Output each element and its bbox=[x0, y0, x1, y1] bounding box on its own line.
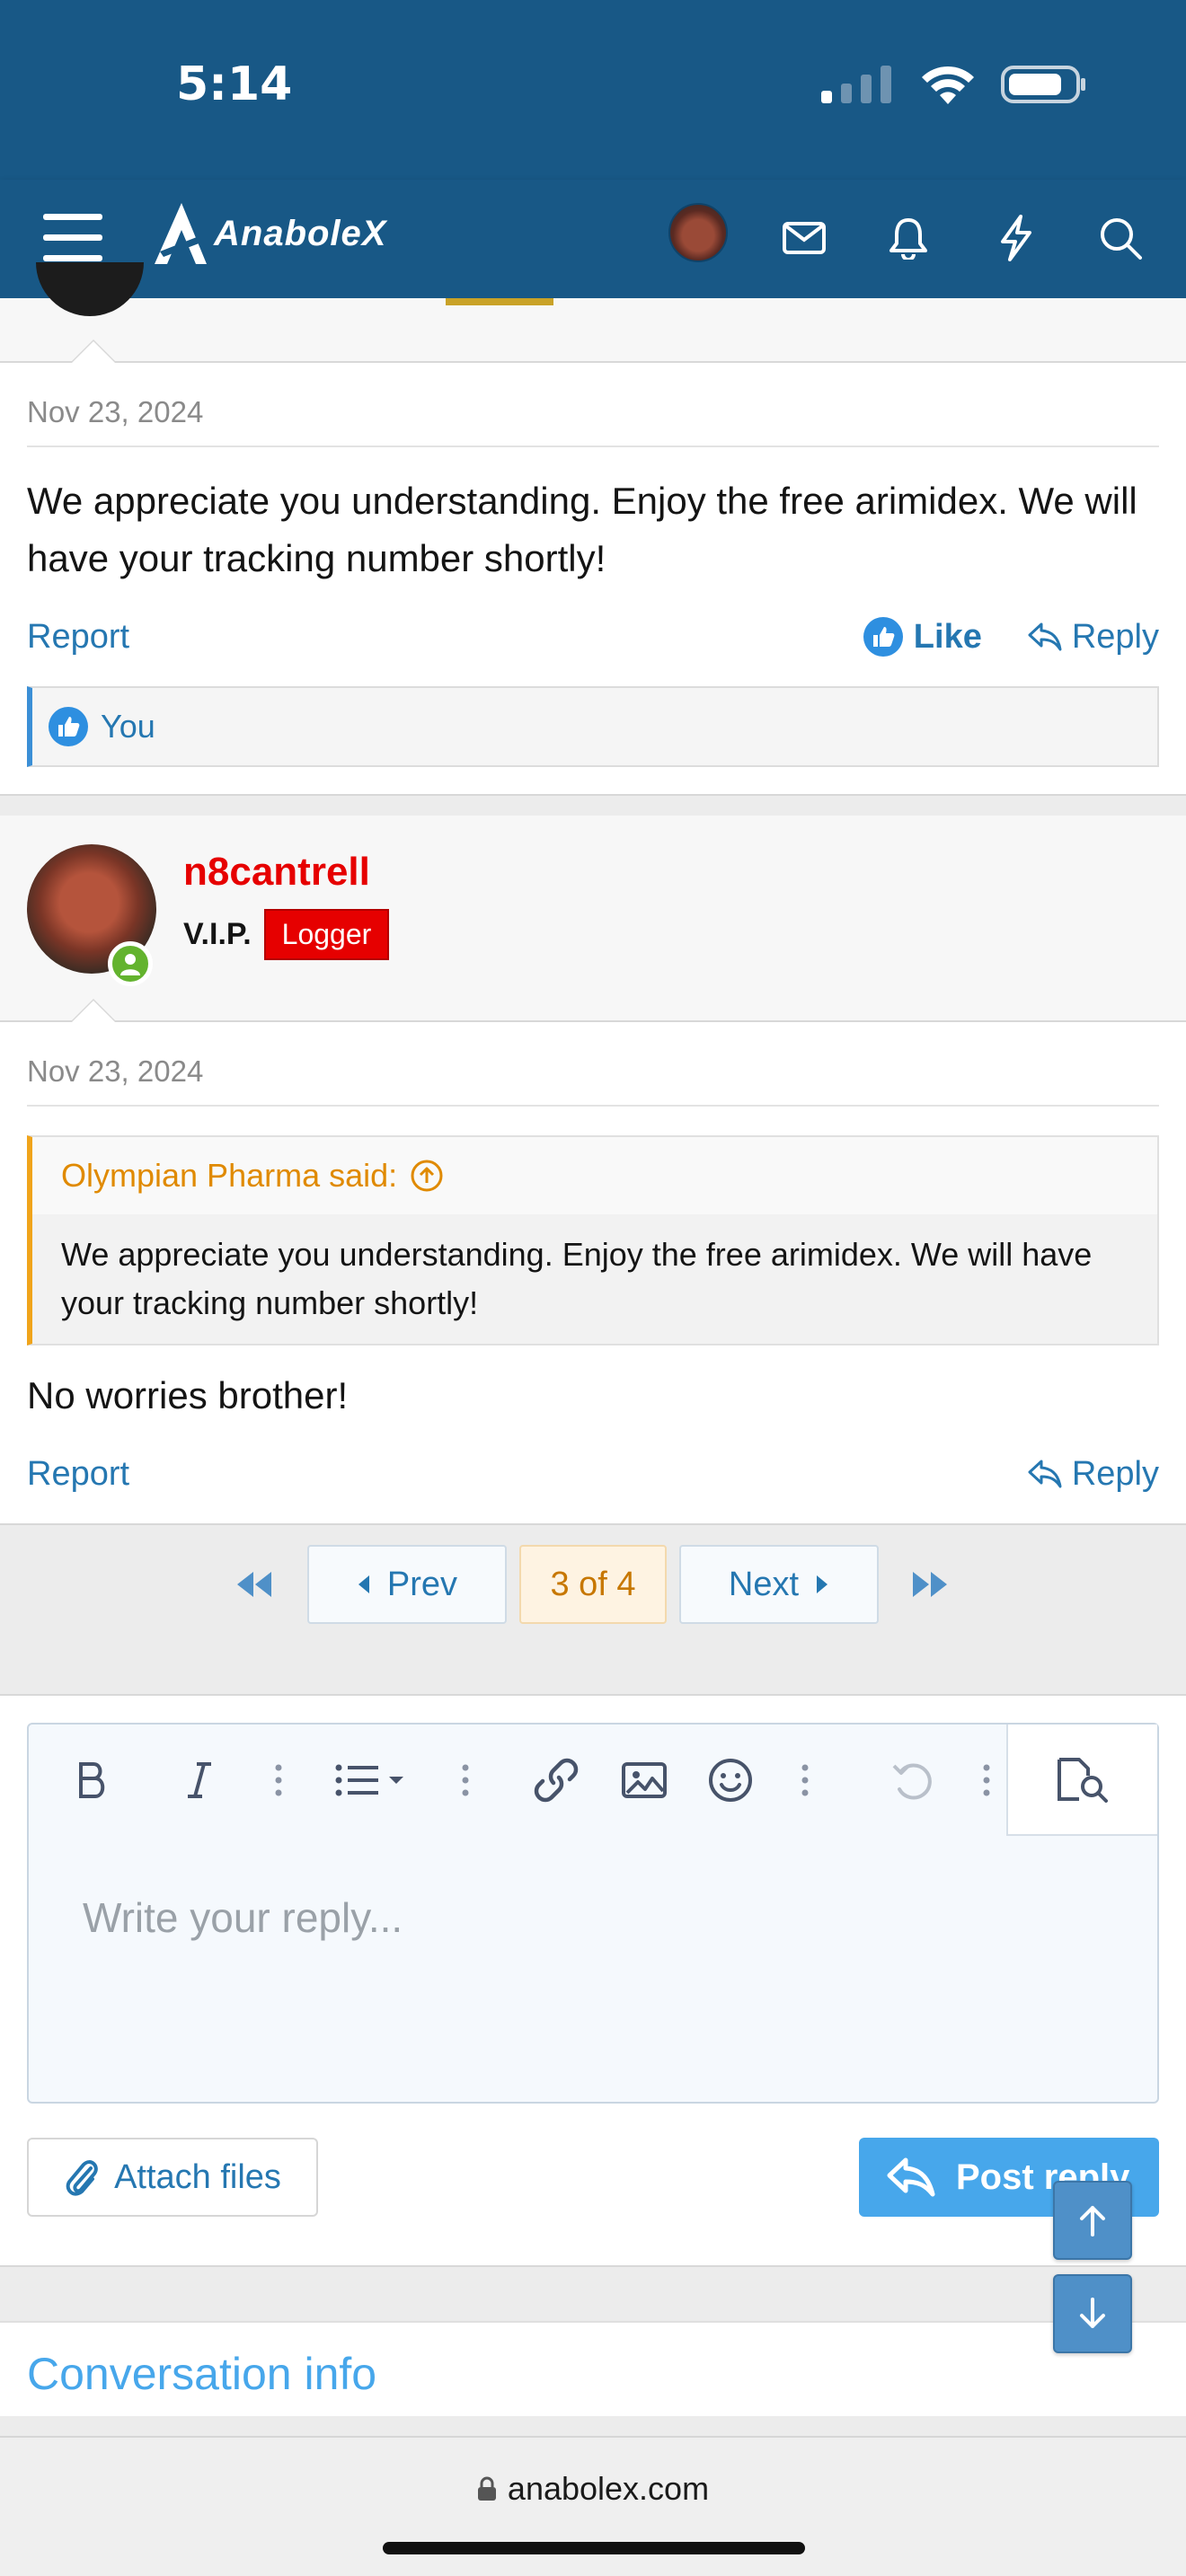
post-header-cutoff bbox=[0, 262, 1186, 363]
conversation-info-heading[interactable]: Conversation info bbox=[0, 2321, 1186, 2416]
top-navbar: AnaboleX bbox=[0, 180, 1186, 298]
post-date[interactable]: Nov 23, 2024 bbox=[27, 363, 1159, 447]
username-link[interactable]: n8cantrell bbox=[183, 850, 370, 895]
italic-icon[interactable] bbox=[173, 1753, 226, 1807]
image-icon[interactable] bbox=[613, 1753, 676, 1807]
menu-icon[interactable] bbox=[41, 207, 104, 269]
scroll-top-button[interactable] bbox=[1053, 2181, 1132, 2260]
status-time: 5:14 bbox=[176, 57, 293, 111]
post-actions: Report Like Reply bbox=[27, 587, 1159, 686]
report-link[interactable]: Report bbox=[27, 618, 129, 657]
post-pointer bbox=[70, 340, 117, 363]
next-page-button[interactable]: Next bbox=[679, 1545, 879, 1624]
prev-label: Prev bbox=[386, 1565, 458, 1603]
bold-icon[interactable] bbox=[65, 1753, 119, 1807]
user-header: n8cantrell V.I.P. Logger bbox=[0, 816, 1186, 1022]
reply-button[interactable]: Reply bbox=[1027, 1455, 1159, 1494]
quote-header[interactable]: Olympian Pharma said: bbox=[32, 1137, 1157, 1214]
like-button[interactable]: Like bbox=[863, 617, 982, 657]
reply-editor[interactable]: Write your reply... bbox=[27, 1723, 1159, 2104]
arrow-down-icon bbox=[1080, 2298, 1105, 2328]
section-gap bbox=[0, 2265, 1186, 2321]
post-date[interactable]: Nov 23, 2024 bbox=[27, 1022, 1159, 1107]
like-label: Like bbox=[913, 617, 982, 656]
status-bar: 5:14 bbox=[0, 0, 1186, 180]
last-page-icon[interactable] bbox=[907, 1565, 952, 1604]
current-page-indicator[interactable]: 3 of 4 bbox=[519, 1545, 667, 1624]
battery-icon bbox=[1001, 66, 1085, 103]
post-actions: Report Reply bbox=[27, 1425, 1159, 1523]
message-post-1: Nov 23, 2024 We appreciate you understan… bbox=[0, 363, 1186, 794]
lightning-icon[interactable] bbox=[985, 207, 1048, 269]
status-icons bbox=[819, 63, 1087, 106]
logo-text: AnaboleX bbox=[214, 213, 387, 253]
logo-mark-icon bbox=[155, 203, 207, 264]
link-icon[interactable] bbox=[525, 1753, 588, 1807]
pagination: Prev 3 of 4 Next bbox=[0, 1523, 1186, 1694]
home-indicator[interactable] bbox=[383, 2542, 805, 2554]
reply-icon bbox=[1028, 1460, 1062, 1488]
report-link[interactable]: Report bbox=[27, 1455, 129, 1494]
attach-files-button[interactable]: Attach files bbox=[27, 2138, 318, 2217]
more-options-icon[interactable] bbox=[787, 1753, 823, 1807]
user-title-row: V.I.P. Logger bbox=[183, 909, 390, 960]
site-logo[interactable]: AnaboleX bbox=[151, 199, 386, 268]
reply-input-placeholder[interactable]: Write your reply... bbox=[83, 1893, 403, 1942]
undo-icon[interactable] bbox=[881, 1753, 943, 1807]
post-separator bbox=[0, 794, 1186, 816]
search-icon[interactable] bbox=[1089, 207, 1152, 269]
caret-left-icon bbox=[358, 1575, 369, 1593]
next-label: Next bbox=[728, 1565, 800, 1603]
attach-files-label: Attach files bbox=[114, 2157, 281, 2196]
quote-block: Olympian Pharma said: We appreciate you … bbox=[27, 1135, 1159, 1345]
reaction-users[interactable]: You bbox=[101, 708, 155, 745]
post-text: No worries brother! bbox=[27, 1374, 349, 1416]
caret-right-icon bbox=[817, 1575, 828, 1593]
thumbs-up-icon bbox=[49, 707, 88, 746]
reply-button[interactable]: Reply bbox=[1027, 618, 1159, 657]
post-pointer bbox=[70, 999, 117, 1022]
quote-text: We appreciate you understanding. Enjoy t… bbox=[32, 1214, 1157, 1344]
thumbs-up-icon bbox=[863, 617, 903, 657]
lock-icon bbox=[477, 2476, 496, 2501]
user-badge bbox=[446, 298, 553, 305]
first-page-icon[interactable] bbox=[232, 1565, 277, 1604]
reply-label: Reply bbox=[1071, 1454, 1159, 1493]
url-display[interactable]: anabolex.com bbox=[0, 2470, 1186, 2508]
reply-icon bbox=[1028, 622, 1062, 651]
more-options-icon[interactable] bbox=[447, 1753, 483, 1807]
editor-actions: Attach files Post reply bbox=[27, 2104, 1159, 2238]
arrow-up-icon bbox=[1080, 2206, 1105, 2236]
reply-label: Reply bbox=[1071, 617, 1159, 656]
message-post-2: Nov 23, 2024 Olympian Pharma said: We ap… bbox=[0, 1022, 1186, 1523]
url-text: anabolex.com bbox=[507, 2470, 710, 2507]
thread-content: Nov 23, 2024 We appreciate you understan… bbox=[0, 262, 1186, 2416]
avatar[interactable] bbox=[36, 262, 144, 316]
bell-icon[interactable] bbox=[877, 207, 940, 269]
emoji-icon[interactable] bbox=[699, 1753, 762, 1807]
paperclip-icon bbox=[66, 2160, 98, 2196]
cellular-signal-icon bbox=[821, 66, 891, 103]
editor-toolbar bbox=[29, 1725, 1157, 1836]
quote-author: Olympian Pharma said: bbox=[61, 1157, 398, 1194]
preview-icon[interactable] bbox=[1006, 1725, 1157, 1836]
list-icon[interactable] bbox=[332, 1753, 413, 1807]
online-status-icon bbox=[108, 941, 153, 986]
inbox-icon[interactable] bbox=[773, 207, 836, 269]
more-options-icon[interactable] bbox=[969, 1753, 1005, 1807]
reactions-bar[interactable]: You bbox=[27, 686, 1159, 767]
reply-icon bbox=[887, 2157, 935, 2197]
user-badge: Logger bbox=[263, 909, 390, 960]
wifi-icon bbox=[922, 66, 974, 104]
scroll-bottom-button[interactable] bbox=[1053, 2274, 1132, 2353]
prev-page-button[interactable]: Prev bbox=[307, 1545, 507, 1624]
user-title: V.I.P. bbox=[183, 917, 252, 951]
browser-address-bar[interactable]: anabolex.com bbox=[0, 2436, 1186, 2576]
post-text: We appreciate you understanding. Enjoy t… bbox=[27, 480, 1137, 579]
more-options-icon[interactable] bbox=[261, 1753, 296, 1807]
arrow-up-circle-icon bbox=[411, 1160, 443, 1192]
user-avatar-nav[interactable] bbox=[668, 203, 728, 262]
quick-reply: Write your reply... Attach files Post re… bbox=[0, 1694, 1186, 2265]
